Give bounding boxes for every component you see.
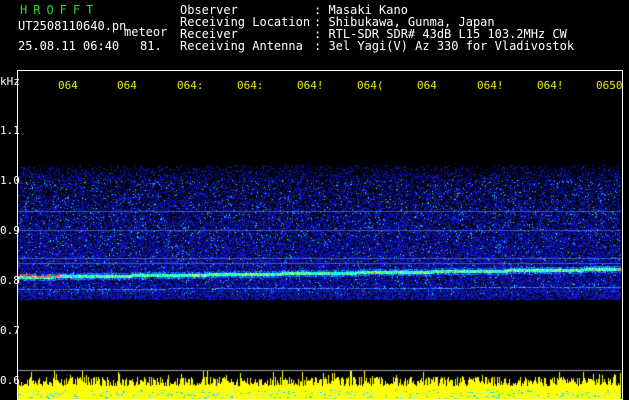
y-tick-label: 1.0 — [0, 174, 20, 187]
meteor-label: meteor — [124, 25, 168, 39]
plot-frame — [17, 70, 623, 400]
observation-datetime: 25.08.11 06:40 — [18, 39, 120, 53]
field-label-antenna: Receiving Antenna — [180, 39, 303, 53]
y-tick-label: 0.6 — [0, 374, 20, 387]
y-axis-unit: kHz — [0, 75, 20, 88]
x-tick-label: 064 — [58, 79, 78, 92]
x-tick-label: 064! — [537, 79, 564, 92]
image-filename: UT2508110640.pn — [18, 19, 127, 33]
x-tick-label: 064( — [357, 79, 384, 92]
y-tick-label: 0.7 — [0, 324, 20, 337]
y-tick-label: 0.8 — [0, 274, 20, 287]
x-tick-label: 064! — [477, 79, 504, 92]
y-tick-label: 1.1 — [0, 124, 20, 137]
x-tick-label: 064: — [237, 79, 264, 92]
meteor-count: 81. — [140, 39, 162, 53]
x-tick-label: 064! — [297, 79, 324, 92]
field-value-antenna: : 3el Yagi(V) Az 330 for Vladivostok — [314, 39, 575, 53]
x-tick-label: 064 — [417, 79, 437, 92]
x-tick-label: 064: — [177, 79, 204, 92]
y-tick-label: 0.9 — [0, 224, 20, 237]
x-tick-label: 064 — [117, 79, 137, 92]
x-tick-label: 0650 — [596, 79, 623, 92]
hrofft-brand: HROFFT — [20, 3, 100, 17]
